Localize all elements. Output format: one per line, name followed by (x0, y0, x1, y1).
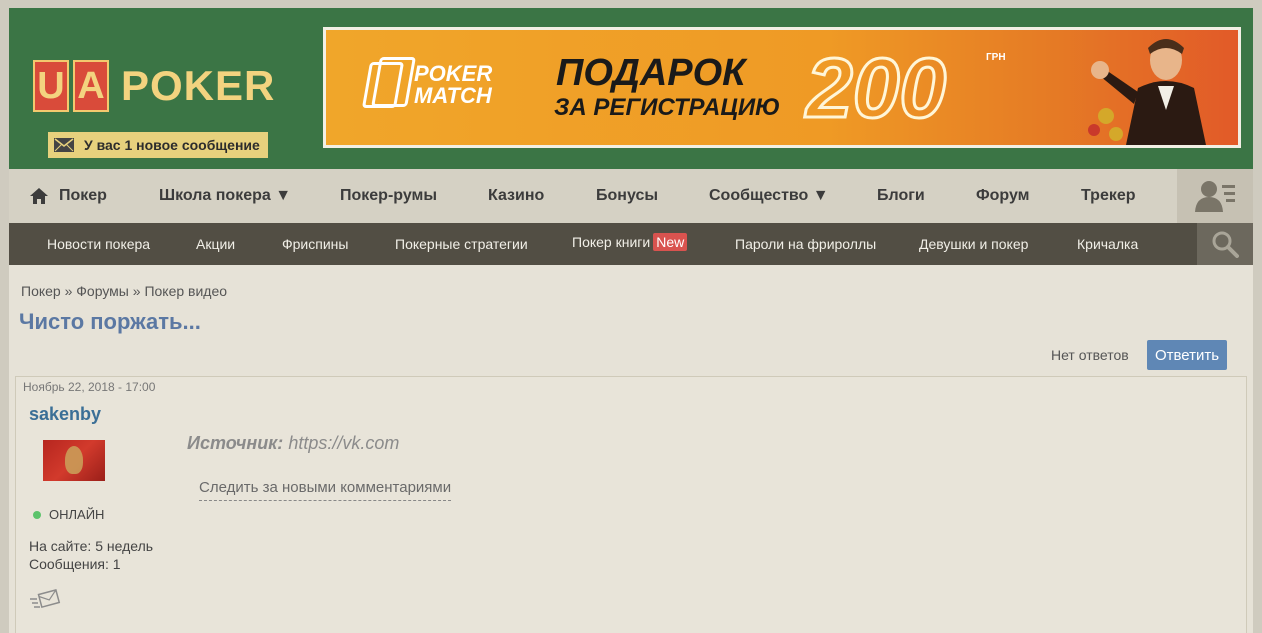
breadcrumb-item-poker[interactable]: Покер (21, 283, 61, 299)
nav-item-school[interactable]: Школа покера ▼ (159, 187, 291, 205)
breadcrumb-item-forums[interactable]: Форумы (76, 283, 129, 299)
post-body: Источник: https://vk.com (187, 433, 399, 454)
logo-letter-a: A (73, 60, 109, 112)
subnav-item-freespins[interactable]: Фриспины (282, 236, 348, 252)
no-replies-label: Нет ответов (1051, 347, 1129, 363)
post-date: Ноябрь 22, 2018 - 17:00 (23, 380, 156, 394)
post-author[interactable]: sakenby (29, 404, 101, 425)
new-message-notice[interactable]: У вас 1 новое сообщение (48, 132, 268, 158)
online-status-text: ОНЛАЙН (49, 507, 105, 522)
nav-item-tracker[interactable]: Трекер (1081, 187, 1136, 205)
banner-brand: POKER MATCH (361, 61, 504, 108)
breadcrumb-separator: » (64, 283, 73, 299)
page: U A POKER У вас 1 новое сообщение POKER … (9, 8, 1253, 633)
main-nav: Покер Школа покера ▼ Покер-румы Казино Б… (9, 169, 1253, 223)
topic-title: Чисто поржать... (19, 309, 201, 334)
avatar[interactable] (43, 440, 105, 481)
envelope-icon (54, 138, 74, 152)
author-stats: На сайте: 5 недель Сообщения: 1 (29, 537, 153, 573)
nav-item-bonuses[interactable]: Бонусы (596, 187, 658, 205)
sub-nav: Новости покера Акции Фриспины Покерные с… (9, 223, 1253, 265)
nav-item-forum[interactable]: Форум (976, 187, 1030, 205)
nav-item-poker[interactable]: Покер (29, 187, 107, 205)
banner-man-image (1088, 39, 1206, 145)
nav-item-casino[interactable]: Казино (488, 187, 544, 205)
breadcrumb-separator: » (132, 283, 141, 299)
reply-button[interactable]: Ответить (1147, 340, 1227, 370)
cards-icon (361, 62, 405, 108)
subnav-item-news[interactable]: Новости покера (47, 236, 150, 252)
banner-currency: ГРН (986, 52, 1006, 63)
search-button[interactable] (1197, 223, 1253, 265)
banner-brand-text: POKER MATCH (414, 61, 493, 108)
online-status: ОНЛАЙН (33, 507, 104, 522)
nav-item-label: Покер (59, 187, 107, 204)
breadcrumb-item-video[interactable]: Покер видео (144, 283, 227, 299)
ad-banner[interactable]: POKER MATCH ПОДАРОК ЗА РЕГИСТРАЦИЮ 200 Г… (323, 27, 1241, 148)
forum-post: Ноябрь 22, 2018 - 17:00 sakenby ОНЛАЙН Н… (15, 376, 1247, 633)
logo-word: POKER (121, 62, 276, 109)
online-dot-icon (33, 510, 41, 519)
subnav-item-girls[interactable]: Девушки и покер (919, 236, 1028, 252)
home-icon (30, 188, 48, 204)
main-content: Покер » Форумы » Покер видео Чисто поржа… (9, 265, 1253, 633)
nav-item-blogs[interactable]: Блоги (877, 187, 925, 205)
subnav-item-strategies[interactable]: Покерные стратегии (395, 236, 528, 252)
user-menu-button[interactable] (1177, 169, 1253, 223)
subnav-item-books[interactable]: Покер книги New (572, 233, 688, 251)
author-on-site: На сайте: 5 недель (29, 538, 154, 554)
breadcrumb: Покер » Форумы » Покер видео (21, 283, 227, 299)
logo-letter-u: U (33, 60, 69, 112)
site-header: U A POKER У вас 1 новое сообщение POKER … (9, 8, 1253, 169)
site-logo[interactable]: U A POKER (33, 60, 275, 112)
new-message-text: У вас 1 новое сообщение (84, 137, 260, 153)
banner-headline: ПОДАРОК (556, 52, 746, 94)
new-badge: New (653, 233, 688, 251)
subnav-books-label: Покер книги (572, 234, 651, 250)
subnav-item-freerolls[interactable]: Пароли на фрироллы (735, 236, 876, 252)
search-icon (1212, 231, 1239, 258)
subnav-item-shoutbox[interactable]: Кричалка (1077, 236, 1138, 252)
source-link[interactable]: https://vk.com (288, 433, 399, 453)
author-messages: Сообщения: 1 (29, 556, 121, 572)
nav-item-poker-rooms[interactable]: Покер-румы (340, 187, 437, 205)
nav-item-community[interactable]: Сообщество ▼ (709, 187, 829, 205)
subnav-item-promotions[interactable]: Акции (196, 236, 235, 252)
source-label: Источник: (187, 433, 284, 453)
send-message-icon[interactable] (29, 589, 61, 611)
follow-comments-link[interactable]: Следить за новыми комментариями (199, 479, 452, 501)
banner-amount: 200 (804, 40, 947, 137)
banner-subline: ЗА РЕГИСТРАЦИЮ (554, 94, 781, 121)
user-menu-icon (1195, 181, 1235, 212)
